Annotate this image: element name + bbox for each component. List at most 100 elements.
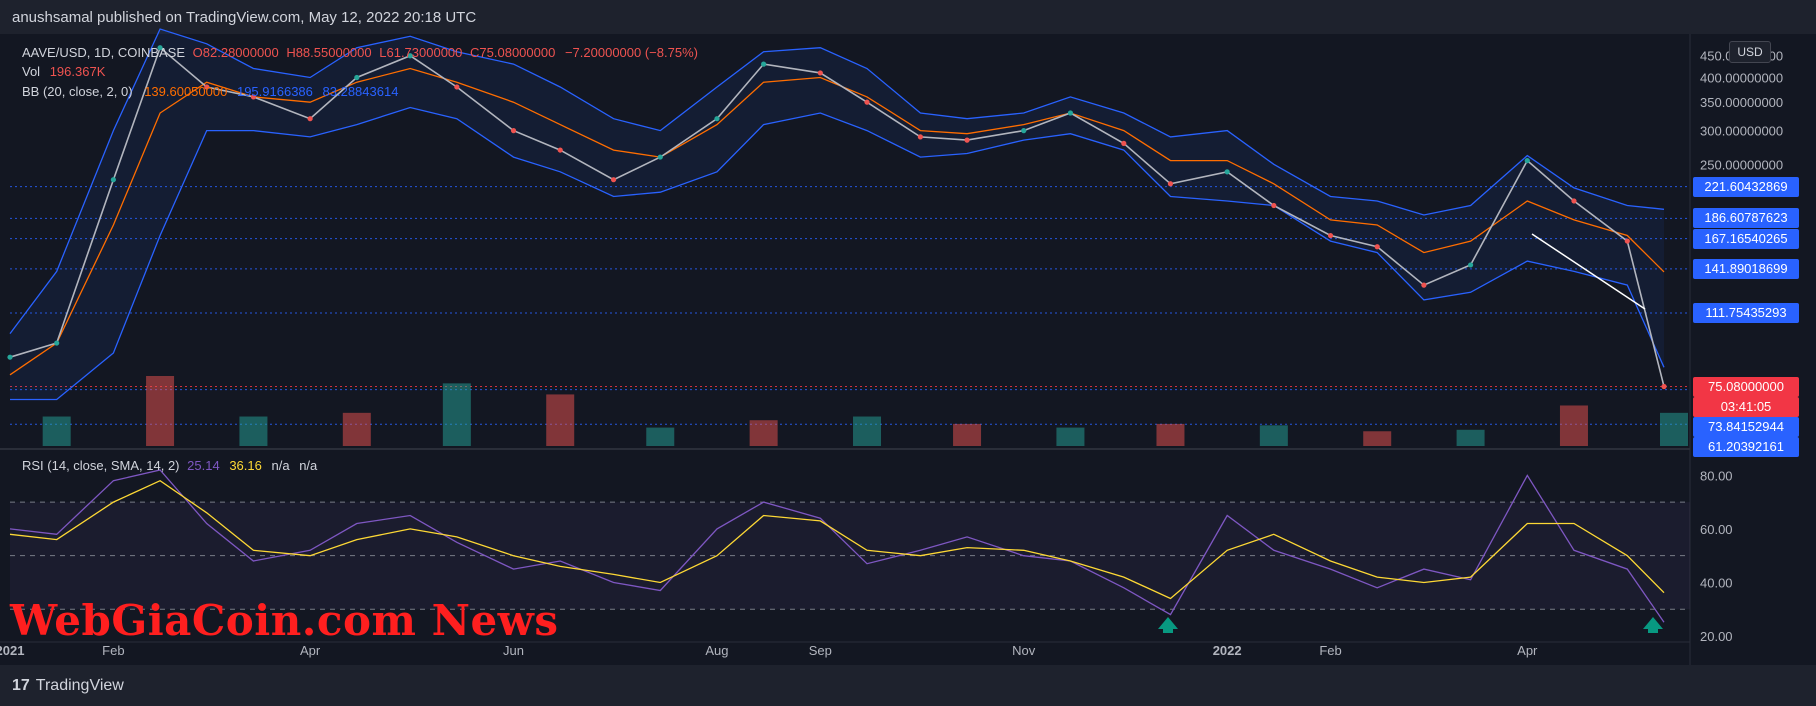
bb-upper: 195.9166386 [236,84,313,99]
price-point-18 [917,134,923,140]
price-point-30 [1524,158,1530,164]
bb-lower: 83.28843614 [322,84,399,99]
price-point-6 [307,116,313,122]
time-tick-1: Feb [102,643,124,658]
volume-bar-10 [1056,427,1085,446]
price-point-20 [1021,128,1027,134]
bb-basis: 139.60050000 [144,84,228,99]
price-point-25 [1271,202,1277,209]
price-point-17 [864,99,870,105]
countdown-badge: 03:41:05 [1693,396,1799,417]
price-badge-5: 75.08000000 [1693,376,1799,397]
price-tick-2: 350.00000000 [1700,95,1783,110]
time-tick-5: Sep [809,643,832,658]
volume-bar-8 [853,416,882,446]
rsi-tick-1: 60.00 [1700,522,1733,537]
tradingview-logo-icon: 17 [12,677,30,694]
price-point-13 [657,154,663,160]
price-point-7 [354,74,360,81]
time-tick-9: Apr [1517,643,1538,658]
price-tick-3: 300.00000000 [1700,124,1783,139]
vol-label: Vol [22,64,41,79]
volume-bar-0 [42,416,71,446]
price-point-32 [1624,238,1630,244]
volume-bar-5 [546,394,575,446]
price-point-27 [1374,244,1380,250]
ohlc-open: O82.28000000 [192,45,279,60]
ohlc-low: L61.73000000 [379,45,463,60]
time-tick-3: Jun [503,643,524,658]
rsi-legend[interactable]: RSI (14, close, SMA, 14, 2) 25.14 36.16 … [22,458,317,473]
ohlc-close: C75.08000000 [470,45,556,60]
price-change: −7.20000000 (−8.75%) [564,45,698,60]
price-point-2 [110,177,116,183]
volume-bar-11 [1156,423,1185,446]
volume-bar-9 [953,423,982,446]
time-tick-6: Nov [1012,643,1036,658]
rsi-tick-0: 80.00 [1700,468,1733,483]
volume-bar-6 [646,427,675,446]
price-point-22 [1121,140,1127,146]
volume-bar-1 [146,376,175,446]
volume-bar-3 [342,412,371,446]
volume-legend[interactable]: Vol 196.367K [22,64,105,79]
price-badge-4: 111.75435293 [1693,303,1799,324]
time-tick-8: Feb [1319,643,1341,658]
currency-button[interactable]: USD [1729,41,1771,63]
price-tick-4: 250.00000000 [1700,157,1783,172]
price-point-14 [714,116,720,122]
volume-bar-15 [1559,405,1588,446]
price-point-12 [610,177,617,183]
price-point-19 [964,137,970,143]
tradingview-brand: TradingView [35,677,124,694]
price-point-26 [1327,232,1334,239]
price-badge-1: 186.60787623 [1693,208,1799,229]
tradingview-logo[interactable]: 17 TradingView [12,677,124,695]
watermark-text: WebGiaCoin.com News [10,596,559,645]
price-badge-6: 73.84152944 [1693,416,1799,437]
price-point-23 [1167,181,1174,187]
symbol-name: AAVE/USD, 1D, COINBASE [22,45,186,60]
price-point-10 [510,128,517,134]
bb-label: BB (20, close, 2, 0) [22,84,133,99]
price-point-29 [1467,262,1474,268]
price-point-1 [54,340,60,346]
price-badge-3: 141.89018699 [1693,258,1799,279]
price-point-16 [817,70,823,76]
rsi-tick-3: 20.00 [1700,629,1733,644]
vol-value: 196.367K [49,64,106,79]
bb-legend[interactable]: BB (20, close, 2, 0) 139.60050000 195.91… [22,84,398,99]
price-point-21 [1067,110,1074,116]
volume-bar-16 [1660,412,1689,446]
footer-bar: 17 TradingView [0,665,1816,706]
volume-bar-12 [1259,425,1288,446]
rsi-na-2: n/a [299,458,318,473]
volume-bar-14 [1456,429,1485,446]
rsi-tick-2: 40.00 [1700,575,1733,590]
rsi-na-1: n/a [271,458,290,473]
volume-bar-4 [442,383,471,446]
price-badge-2: 167.16540265 [1693,228,1799,249]
time-tick-7: 2022 [1213,643,1242,658]
volume-bar-2 [239,416,268,446]
volume-bar-13 [1363,431,1392,446]
price-badge-0: 221.60432869 [1693,176,1799,197]
price-badge-7: 61.20392161 [1693,436,1799,457]
price-point-0 [7,354,13,360]
price-point-15 [761,61,767,67]
rsi-label: RSI (14, close, SMA, 14, 2) [22,458,180,473]
price-tick-1: 400.00000000 [1700,70,1783,85]
price-point-33 [1661,383,1667,390]
rsi-sma-value: 36.16 [229,458,262,473]
time-tick-0: 2021 [0,643,24,658]
price-point-28 [1421,282,1427,288]
price-point-24 [1224,169,1230,175]
time-tick-4: Aug [705,643,728,658]
volume-bar-7 [749,420,778,446]
price-point-9 [454,84,460,90]
symbol-legend[interactable]: AAVE/USD, 1D, COINBASE O82.28000000 H88.… [22,45,698,60]
time-tick-2: Apr [300,643,321,658]
price-point-31 [1571,198,1577,204]
price-point-11 [557,147,563,153]
ohlc-high: H88.55000000 [286,45,372,60]
